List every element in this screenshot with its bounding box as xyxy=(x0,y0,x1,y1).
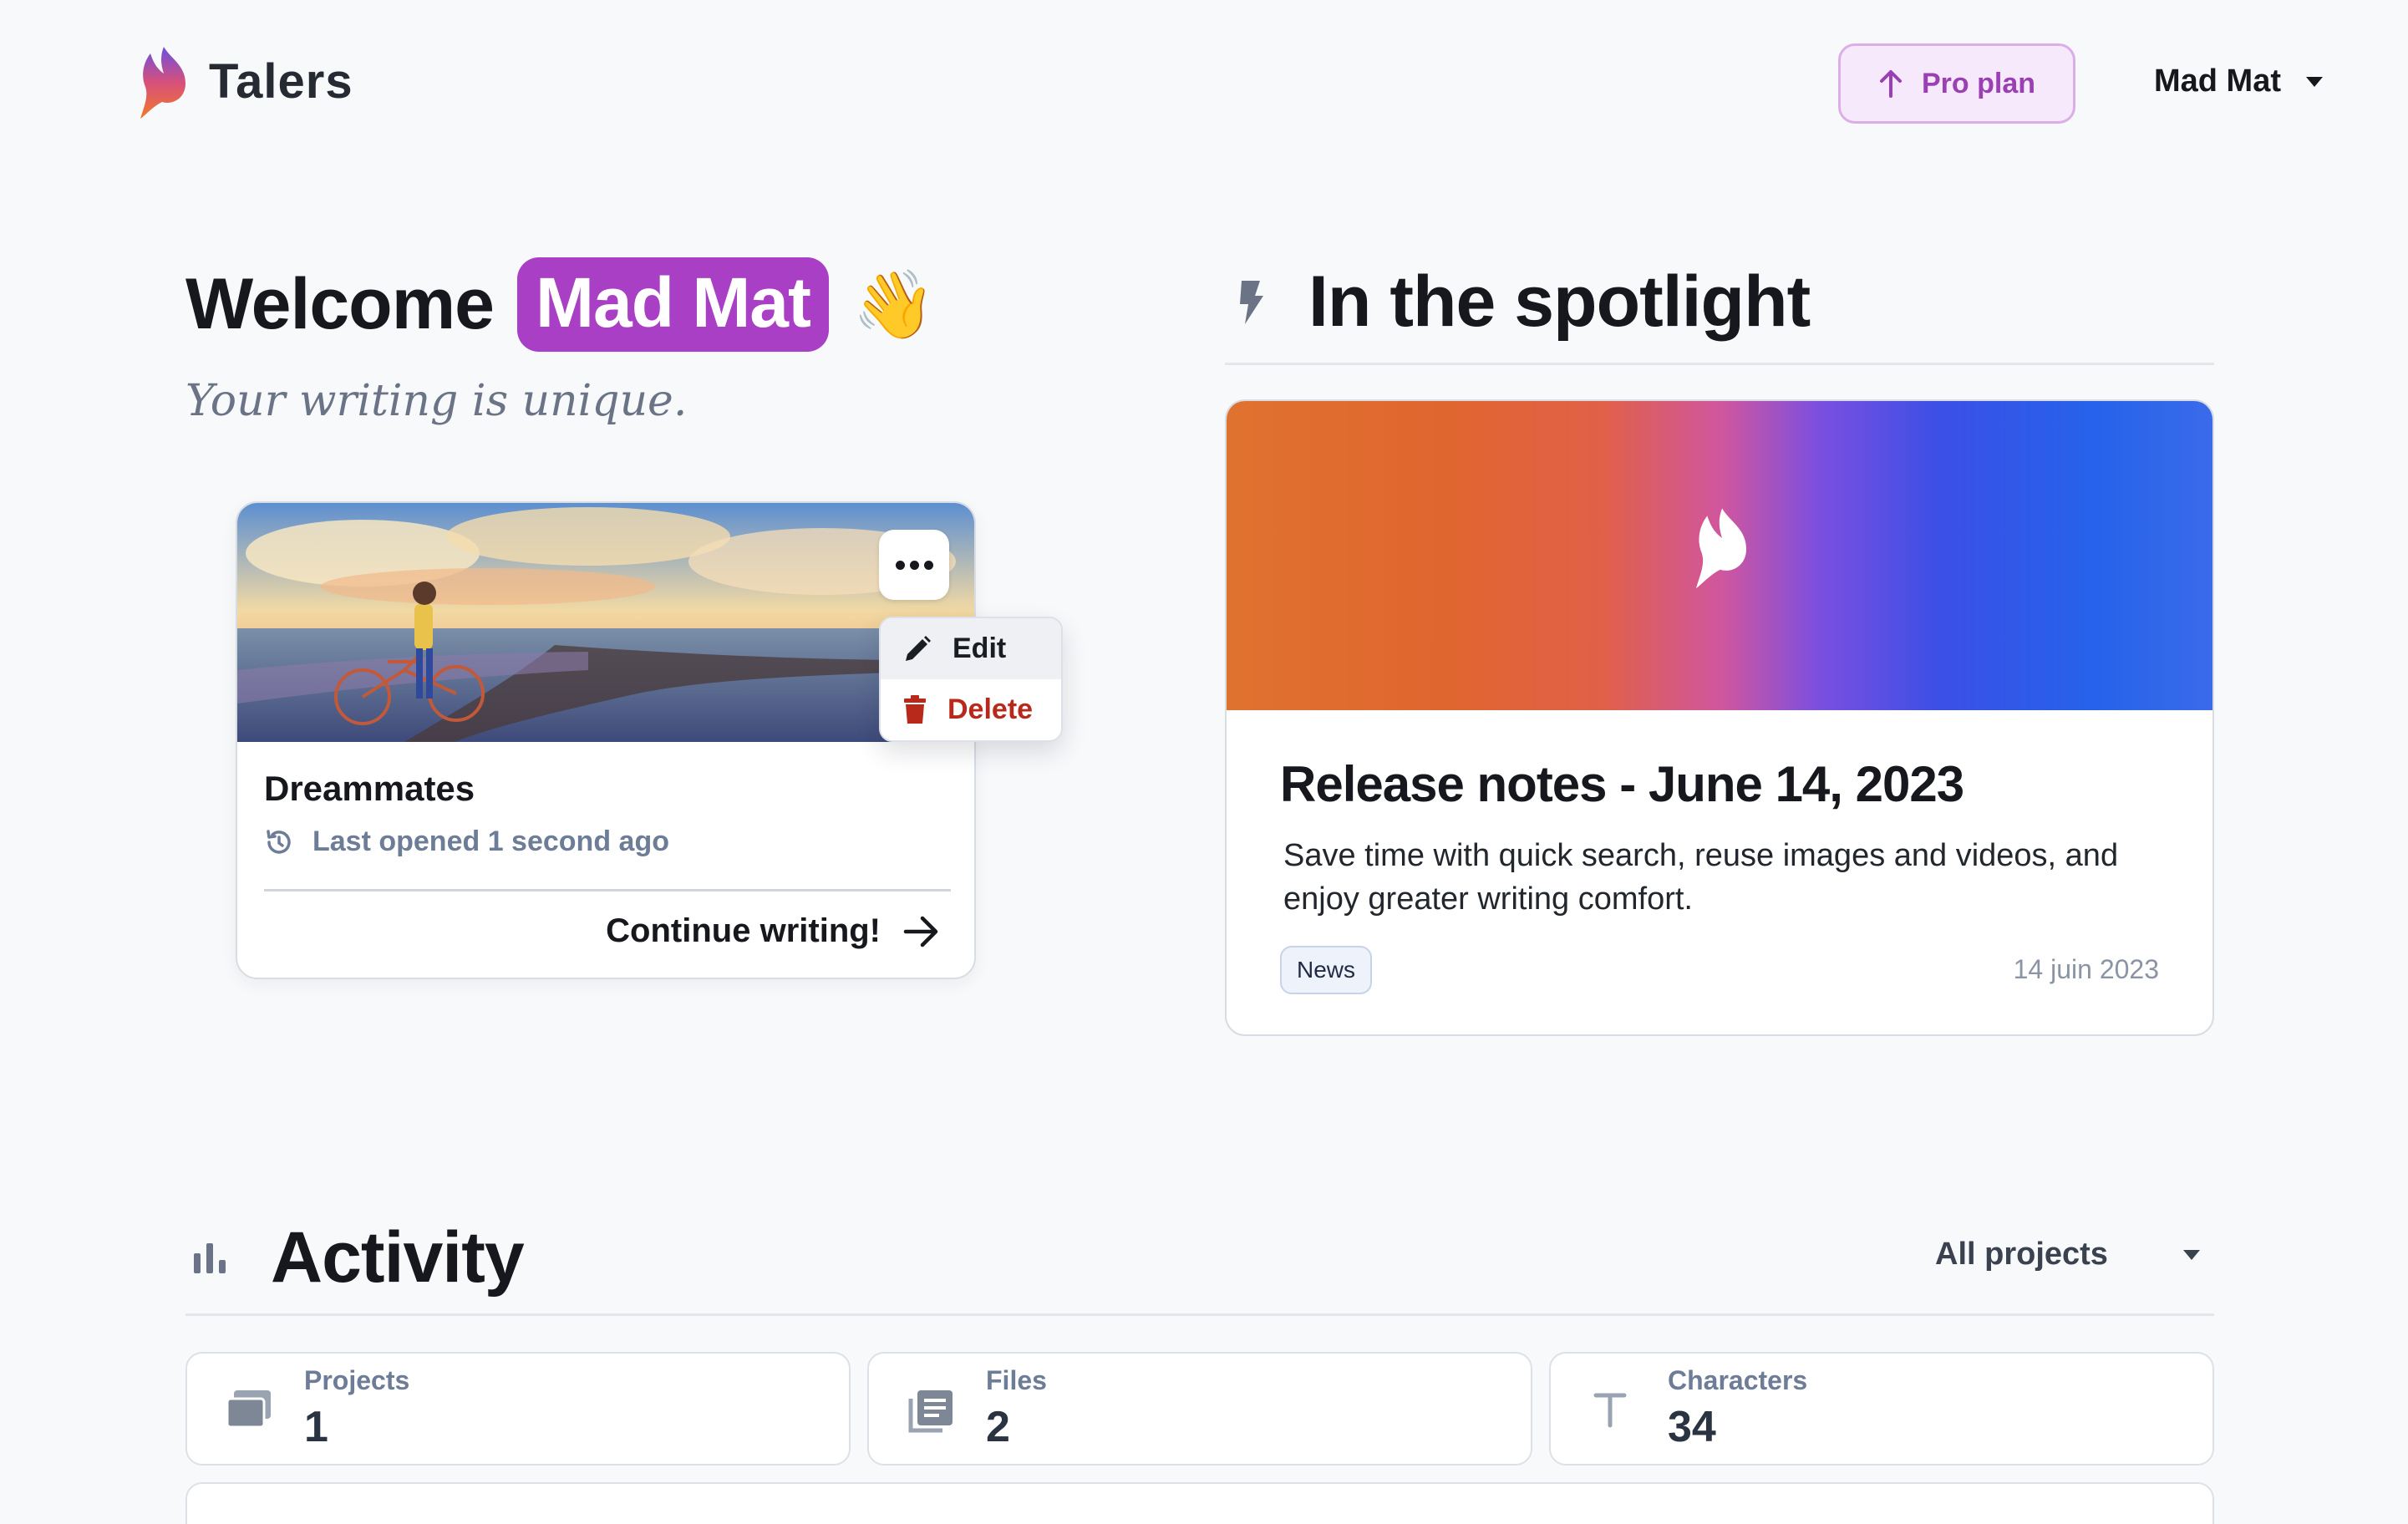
butterfly-logo-icon xyxy=(1696,508,1746,588)
last-opened: Last opened 1 second ago xyxy=(264,826,669,858)
brand-name: Talers xyxy=(209,53,353,109)
stat-value: 34 xyxy=(1668,1403,1716,1451)
stat-card-characters: Characters 34 xyxy=(1549,1352,2214,1466)
chevron-down-icon xyxy=(2182,1249,2200,1260)
pro-plan-label: Pro plan xyxy=(1921,67,2036,99)
pencil-icon xyxy=(906,635,931,661)
lightning-icon xyxy=(1240,280,1263,324)
more-options-button[interactable] xyxy=(879,530,949,600)
welcome-heading: Welcome Mad Mat 👋 xyxy=(185,257,936,352)
activity-heading: Activity xyxy=(192,1217,525,1299)
history-icon xyxy=(267,829,291,854)
arrow-up-icon xyxy=(1879,70,1902,98)
project-filter-select[interactable]: All projects xyxy=(1935,1237,2200,1273)
divider xyxy=(264,889,951,892)
pro-plan-button[interactable]: Pro plan xyxy=(1838,43,2075,124)
characters-icon xyxy=(1593,1393,1627,1428)
menu-item-edit-label: Edit xyxy=(953,632,1007,664)
activity-title: Activity xyxy=(271,1217,525,1298)
article-description: Save time with quick search, reuse image… xyxy=(1283,838,2119,917)
projects-icon xyxy=(226,1390,271,1429)
stat-value: 1 xyxy=(304,1403,328,1451)
user-name-highlight: Mad Mat xyxy=(517,257,829,352)
waving-hand-icon: 👋 xyxy=(852,267,936,342)
menu-item-delete[interactable]: Delete xyxy=(881,679,1061,740)
divider xyxy=(185,1313,2214,1316)
stat-label: Characters xyxy=(1668,1365,1808,1395)
article-banner xyxy=(1227,401,2212,710)
arrow-right-icon xyxy=(903,916,938,947)
spotlight-heading: In the spotlight xyxy=(1237,261,1811,343)
trash-icon xyxy=(904,694,926,724)
butterfly-logo-icon xyxy=(140,47,185,119)
last-opened-text: Last opened 1 second ago xyxy=(312,826,669,857)
chevron-down-icon xyxy=(2306,76,2323,87)
files-icon xyxy=(908,1390,953,1433)
project-card[interactable]: Dreammates Last opened 1 second ago Cont… xyxy=(236,501,976,979)
brand-logo[interactable]: Talers xyxy=(134,43,353,119)
project-context-menu: Edit Delete xyxy=(879,617,1063,742)
project-title[interactable]: Dreammates xyxy=(264,769,475,809)
stat-label: Projects xyxy=(304,1365,410,1395)
bar-chart-icon xyxy=(194,1242,226,1273)
spotlight-title: In the spotlight xyxy=(1308,262,1811,342)
user-menu[interactable]: Mad Mat xyxy=(2154,64,2323,99)
user-name: Mad Mat xyxy=(2154,64,2281,99)
tagline: Your writing is unique. xyxy=(185,376,688,426)
menu-item-delete-label: Delete xyxy=(947,693,1034,725)
stat-value: 2 xyxy=(986,1403,1010,1451)
article-tag: News xyxy=(1280,946,1373,994)
more-horizontal-icon xyxy=(895,560,933,570)
spotlight-article-card[interactable]: Release notes - June 14, 2023 Save time … xyxy=(1225,399,2214,1036)
stat-label: Files xyxy=(986,1365,1047,1395)
continue-writing-button[interactable]: Continue writing! xyxy=(606,912,941,950)
stat-card-projects: Projects 1 xyxy=(185,1352,851,1466)
continue-writing-label: Continue writing! xyxy=(606,912,881,949)
divider xyxy=(1225,363,2214,365)
activity-chart-panel xyxy=(185,1482,2214,1524)
article-title[interactable]: Release notes - June 14, 2023 xyxy=(1280,755,1964,813)
project-filter-value: All projects xyxy=(1935,1237,2108,1272)
project-cover-image xyxy=(237,503,974,742)
welcome-text: Welcome xyxy=(185,264,495,344)
stat-card-files: Files 2 xyxy=(867,1352,1532,1466)
menu-item-edit[interactable]: Edit xyxy=(881,618,1061,679)
article-date: 14 juin 2023 xyxy=(2013,954,2159,984)
